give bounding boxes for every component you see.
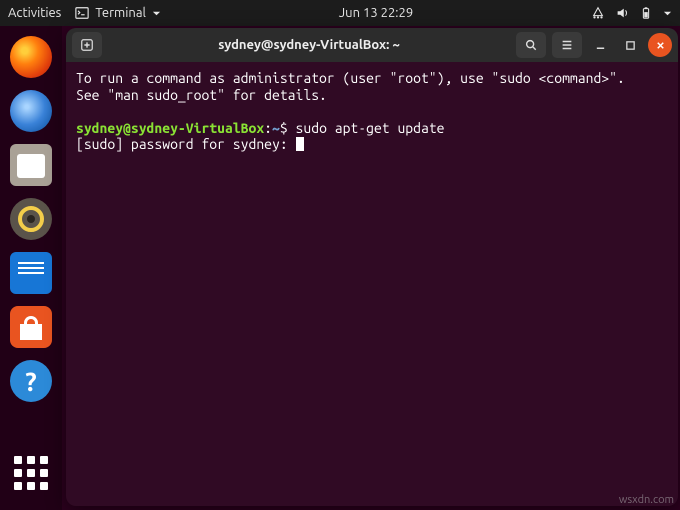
minimize-button[interactable]	[588, 33, 612, 57]
dock-item-help[interactable]: ?	[8, 358, 54, 404]
battery-icon	[639, 6, 653, 20]
show-applications-button[interactable]	[8, 450, 54, 496]
activities-button[interactable]: Activities	[8, 6, 61, 20]
thunderbird-icon	[10, 90, 52, 132]
titlebar: sydney@sydney-VirtualBox: ~	[66, 28, 678, 62]
dock-item-libreoffice-writer[interactable]	[8, 250, 54, 296]
app-menu[interactable]: Terminal	[75, 6, 161, 20]
close-button[interactable]	[648, 33, 672, 57]
window-title: sydney@sydney-VirtualBox: ~	[108, 38, 510, 52]
sudo-prompt: [sudo] password for sydney:	[76, 136, 288, 152]
watermark: wsxdn.com	[619, 494, 674, 506]
terminal-window: sydney@sydney-VirtualBox: ~ To run a com…	[66, 28, 678, 506]
writer-icon	[10, 252, 52, 294]
maximize-button[interactable]	[618, 33, 642, 57]
new-tab-button[interactable]	[72, 32, 102, 58]
network-icon	[591, 6, 605, 20]
cursor	[296, 137, 304, 151]
command-text: sudo apt-get update	[296, 120, 445, 136]
motd-line: To run a command as administrator (user …	[76, 70, 625, 86]
prompt-symbol: $	[280, 120, 288, 136]
motd-line: See "man sudo_root" for details.	[76, 87, 327, 103]
dock-item-thunderbird[interactable]	[8, 88, 54, 134]
prompt-path: ~	[272, 120, 280, 136]
dock-item-rhythmbox[interactable]	[8, 196, 54, 242]
dock-item-files[interactable]	[8, 142, 54, 188]
terminal-icon	[75, 6, 89, 20]
rhythmbox-icon	[10, 198, 52, 240]
app-menu-label: Terminal	[95, 6, 146, 20]
dock: ?	[0, 26, 62, 510]
hamburger-menu-button[interactable]	[552, 32, 582, 58]
firefox-icon	[10, 36, 52, 78]
chevron-down-icon	[663, 9, 672, 18]
prompt-sep: :	[264, 120, 272, 136]
search-button[interactable]	[516, 32, 546, 58]
chevron-down-icon	[152, 9, 161, 18]
volume-icon	[615, 6, 629, 20]
top-panel-left: Activities Terminal	[8, 6, 161, 20]
clock[interactable]: Jun 13 22:29	[161, 6, 591, 20]
dock-item-firefox[interactable]	[8, 34, 54, 80]
prompt-userhost: sydney@sydney-VirtualBox	[76, 120, 264, 136]
files-icon	[10, 144, 52, 186]
software-icon	[10, 306, 52, 348]
dock-item-ubuntu-software[interactable]	[8, 304, 54, 350]
top-panel: Activities Terminal Jun 13 22:29	[0, 0, 680, 26]
system-tray[interactable]	[591, 6, 672, 20]
help-icon: ?	[10, 360, 52, 402]
terminal-body[interactable]: To run a command as administrator (user …	[66, 62, 678, 161]
